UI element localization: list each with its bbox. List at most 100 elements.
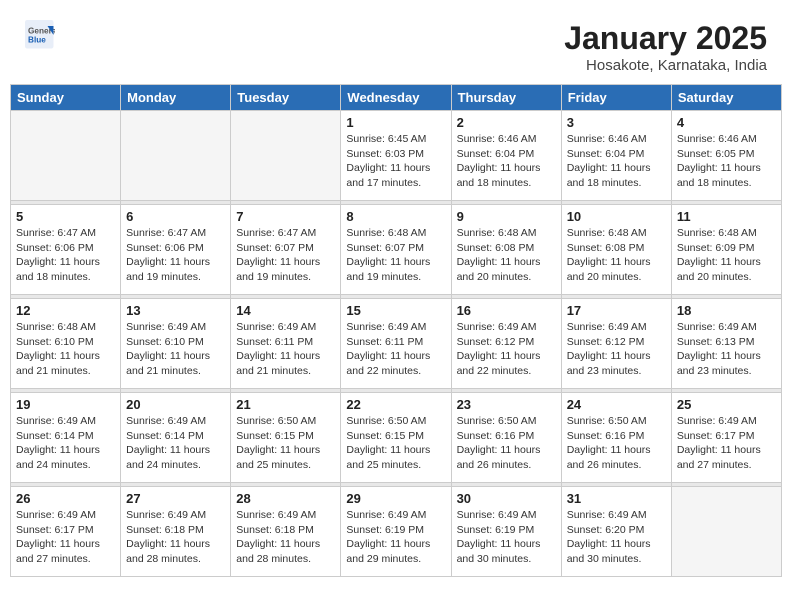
day-info: Sunrise: 6:49 AM Sunset: 6:10 PM Dayligh…	[126, 320, 225, 379]
day-number: 4	[677, 115, 776, 130]
day-number: 12	[16, 303, 115, 318]
calendar-cell-w2-d3: 7 Sunrise: 6:47 AM Sunset: 6:07 PM Daylig…	[231, 205, 341, 295]
day-number: 6	[126, 209, 225, 224]
weekday-wednesday: Wednesday	[341, 85, 451, 111]
day-info: Sunrise: 6:46 AM Sunset: 6:05 PM Dayligh…	[677, 132, 776, 191]
calendar-cell-w3-d4: 15 Sunrise: 6:49 AM Sunset: 6:11 PM Dayli…	[341, 299, 451, 389]
day-info: Sunrise: 6:50 AM Sunset: 6:15 PM Dayligh…	[346, 414, 445, 473]
calendar-cell-w2-d2: 6Sunrise: 6:47 AM Sunset: 6:06 PM Daylig…	[121, 205, 231, 295]
day-number: 14	[236, 303, 335, 318]
title-block: January 2025 Hosakote, Karnataka, India	[564, 20, 767, 74]
day-number: 27	[126, 491, 225, 506]
day-info: Sunrise: 6:48 AM Sunset: 6:07 PM Dayligh…	[346, 226, 445, 285]
day-number: 28	[236, 491, 335, 506]
day-number: 13	[126, 303, 225, 318]
day-info: Sunrise: 6:47 AM Sunset: 6:06 PM Dayligh…	[16, 226, 115, 285]
calendar-cell-w4-d3: 21Sunrise: 6:50 AM Sunset: 6:15 PM Dayli…	[231, 393, 341, 483]
svg-text:Blue: Blue	[28, 36, 46, 45]
weekday-sunday: Sunday	[11, 85, 121, 111]
day-info: Sunrise: 6:49 AM Sunset: 6:12 PM Dayligh…	[457, 320, 556, 379]
day-number: 16	[457, 303, 556, 318]
calendar-cell-w2-d4: 8 Sunrise: 6:48 AM Sunset: 6:07 PM Daylig…	[341, 205, 451, 295]
day-info: Sunrise: 6:49 AM Sunset: 6:11 PM Dayligh…	[346, 320, 445, 379]
day-info: Sunrise: 6:49 AM Sunset: 6:18 PM Dayligh…	[126, 508, 225, 567]
day-number: 18	[677, 303, 776, 318]
day-number: 3	[567, 115, 666, 130]
day-number: 1	[346, 115, 445, 130]
day-info: Sunrise: 6:50 AM Sunset: 6:16 PM Dayligh…	[567, 414, 666, 473]
day-info: Sunrise: 6:48 AM Sunset: 6:08 PM Dayligh…	[457, 226, 556, 285]
calendar-cell-w4-d2: 20 Sunrise: 6:49 AM Sunset: 6:14 PM Dayli…	[121, 393, 231, 483]
day-number: 20	[126, 397, 225, 412]
calendar-cell-w2-d5: 9 Sunrise: 6:48 AM Sunset: 6:08 PM Daylig…	[451, 205, 561, 295]
day-number: 17	[567, 303, 666, 318]
day-info: Sunrise: 6:48 AM Sunset: 6:10 PM Dayligh…	[16, 320, 115, 379]
day-info: Sunrise: 6:49 AM Sunset: 6:13 PM Dayligh…	[677, 320, 776, 379]
calendar-cell-w1-d7: 4 Sunrise: 6:46 AM Sunset: 6:05 PM Daylig…	[671, 111, 781, 201]
calendar-cell-w5-d2: 27 Sunrise: 6:49 AM Sunset: 6:18 PM Dayli…	[121, 487, 231, 577]
weekday-monday: Monday	[121, 85, 231, 111]
day-info: Sunrise: 6:49 AM Sunset: 6:17 PM Dayligh…	[677, 414, 776, 473]
day-number: 21	[236, 397, 335, 412]
calendar-cell-w2-d6: 10Sunrise: 6:48 AM Sunset: 6:08 PM Dayli…	[561, 205, 671, 295]
calendar-cell-w4-d7: 25 Sunrise: 6:49 AM Sunset: 6:17 PM Dayli…	[671, 393, 781, 483]
logo-icon: General Blue	[25, 20, 55, 50]
day-number: 8	[346, 209, 445, 224]
calendar-cell-w2-d7: 11 Sunrise: 6:48 AM Sunset: 6:09 PM Dayli…	[671, 205, 781, 295]
weekday-saturday: Saturday	[671, 85, 781, 111]
calendar-cell-w1-d3	[231, 111, 341, 201]
day-number: 5	[16, 209, 115, 224]
day-number: 31	[567, 491, 666, 506]
calendar-week-4: 19 Sunrise: 6:49 AM Sunset: 6:14 PM Dayli…	[11, 393, 782, 483]
day-info: Sunrise: 6:47 AM Sunset: 6:07 PM Dayligh…	[236, 226, 335, 285]
day-number: 25	[677, 397, 776, 412]
calendar-cell-w4-d1: 19Sunrise: 6:49 AM Sunset: 6:14 PM Dayli…	[11, 393, 121, 483]
weekday-header-row: SundayMondayTuesdayWednesdayThursdayFrid…	[11, 85, 782, 111]
day-info: Sunrise: 6:49 AM Sunset: 6:20 PM Dayligh…	[567, 508, 666, 567]
day-info: Sunrise: 6:46 AM Sunset: 6:04 PM Dayligh…	[567, 132, 666, 191]
day-number: 23	[457, 397, 556, 412]
calendar-cell-w3-d5: 16 Sunrise: 6:49 AM Sunset: 6:12 PM Dayli…	[451, 299, 561, 389]
calendar-cell-w3-d6: 17 Sunrise: 6:49 AM Sunset: 6:12 PM Dayli…	[561, 299, 671, 389]
calendar-cell-w1-d1	[11, 111, 121, 201]
day-info: Sunrise: 6:48 AM Sunset: 6:09 PM Dayligh…	[677, 226, 776, 285]
calendar-cell-w5-d1: 26Sunrise: 6:49 AM Sunset: 6:17 PM Dayli…	[11, 487, 121, 577]
day-number: 7	[236, 209, 335, 224]
weekday-tuesday: Tuesday	[231, 85, 341, 111]
weekday-friday: Friday	[561, 85, 671, 111]
page-header: General Blue January 2025 Hosakote, Karn…	[10, 10, 782, 79]
day-number: 26	[16, 491, 115, 506]
day-info: Sunrise: 6:49 AM Sunset: 6:11 PM Dayligh…	[236, 320, 335, 379]
day-number: 29	[346, 491, 445, 506]
day-number: 15	[346, 303, 445, 318]
day-info: Sunrise: 6:49 AM Sunset: 6:14 PM Dayligh…	[126, 414, 225, 473]
calendar-cell-w3-d3: 14 Sunrise: 6:49 AM Sunset: 6:11 PM Dayli…	[231, 299, 341, 389]
calendar-cell-w5-d3: 28Sunrise: 6:49 AM Sunset: 6:18 PM Dayli…	[231, 487, 341, 577]
day-number: 2	[457, 115, 556, 130]
day-info: Sunrise: 6:48 AM Sunset: 6:08 PM Dayligh…	[567, 226, 666, 285]
calendar-cell-w3-d7: 18 Sunrise: 6:49 AM Sunset: 6:13 PM Dayli…	[671, 299, 781, 389]
calendar-cell-w1-d4: 1 Sunrise: 6:45 AM Sunset: 6:03 PM Daylig…	[341, 111, 451, 201]
calendar-cell-w1-d5: 2 Sunrise: 6:46 AM Sunset: 6:04 PM Daylig…	[451, 111, 561, 201]
day-info: Sunrise: 6:49 AM Sunset: 6:19 PM Dayligh…	[346, 508, 445, 567]
calendar-cell-w4-d5: 23Sunrise: 6:50 AM Sunset: 6:16 PM Dayli…	[451, 393, 561, 483]
day-number: 19	[16, 397, 115, 412]
calendar-week-5: 26Sunrise: 6:49 AM Sunset: 6:17 PM Dayli…	[11, 487, 782, 577]
day-number: 11	[677, 209, 776, 224]
calendar-cell-w5-d5: 30Sunrise: 6:49 AM Sunset: 6:19 PM Dayli…	[451, 487, 561, 577]
calendar-week-1: 1 Sunrise: 6:45 AM Sunset: 6:03 PM Daylig…	[11, 111, 782, 201]
calendar-cell-w4-d4: 22 Sunrise: 6:50 AM Sunset: 6:15 PM Dayli…	[341, 393, 451, 483]
location-title: Hosakote, Karnataka, India	[564, 57, 767, 74]
day-number: 22	[346, 397, 445, 412]
day-number: 24	[567, 397, 666, 412]
day-info: Sunrise: 6:45 AM Sunset: 6:03 PM Dayligh…	[346, 132, 445, 191]
calendar-cell-w2-d1: 5 Sunrise: 6:47 AM Sunset: 6:06 PM Daylig…	[11, 205, 121, 295]
calendar-cell-w1-d2	[121, 111, 231, 201]
weekday-thursday: Thursday	[451, 85, 561, 111]
calendar-cell-w5-d6: 31 Sunrise: 6:49 AM Sunset: 6:20 PM Dayli…	[561, 487, 671, 577]
calendar-table: SundayMondayTuesdayWednesdayThursdayFrid…	[10, 84, 782, 577]
day-info: Sunrise: 6:49 AM Sunset: 6:12 PM Dayligh…	[567, 320, 666, 379]
day-number: 9	[457, 209, 556, 224]
day-info: Sunrise: 6:46 AM Sunset: 6:04 PM Dayligh…	[457, 132, 556, 191]
calendar-cell-w1-d6: 3 Sunrise: 6:46 AM Sunset: 6:04 PM Daylig…	[561, 111, 671, 201]
